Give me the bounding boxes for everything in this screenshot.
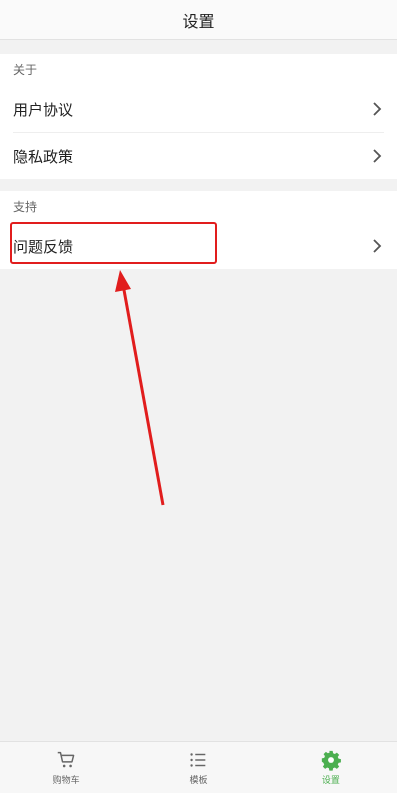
row-privacy-policy[interactable]: 隐私政策 <box>13 133 384 179</box>
page-title: 设置 <box>182 11 215 31</box>
tab-templates[interactable]: 模板 <box>132 742 264 793</box>
chevron-right-icon <box>373 239 382 253</box>
page-header: 设置 <box>0 0 397 40</box>
tab-bar: 购物车 模板 设置 <box>0 741 397 793</box>
section-title-support: 支持 <box>13 200 38 214</box>
gear-icon <box>321 750 341 771</box>
row-label: 用户协议 <box>13 100 74 119</box>
tab-label: 购物车 <box>52 776 80 786</box>
chevron-right-icon <box>373 102 382 116</box>
chevron-right-icon <box>373 149 382 163</box>
section-about: 关于 用户协议 隐私政策 <box>0 54 397 179</box>
list-icon <box>190 753 206 767</box>
row-user-agreement[interactable]: 用户协议 <box>13 86 384 133</box>
tab-label: 模板 <box>189 776 208 786</box>
highlight-box <box>10 222 217 264</box>
row-label: 隐私政策 <box>13 147 74 166</box>
tab-cart[interactable]: 购物车 <box>0 742 132 793</box>
tab-settings[interactable]: 设置 <box>265 742 397 793</box>
section-title-about: 关于 <box>13 63 38 77</box>
cart-icon <box>57 751 75 768</box>
tab-label: 设置 <box>321 776 340 786</box>
